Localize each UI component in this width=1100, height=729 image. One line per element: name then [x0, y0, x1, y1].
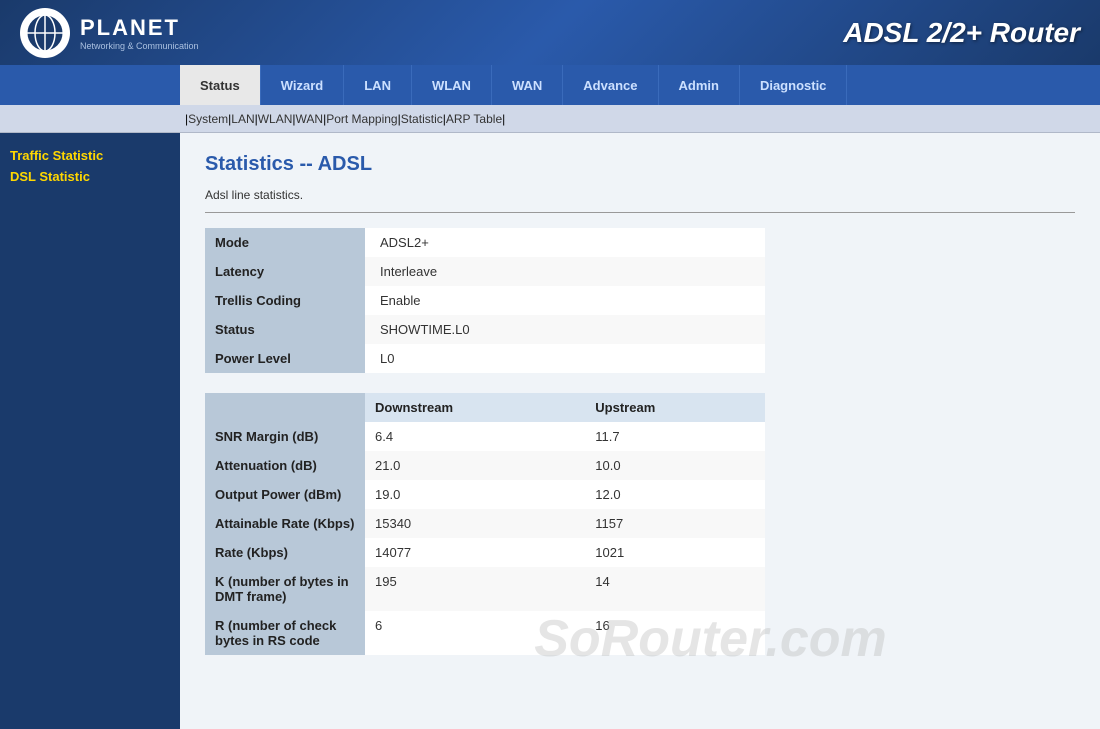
- sidebar-item-dsl-statistic[interactable]: DSL Statistic: [10, 169, 170, 184]
- nav-item-wlan[interactable]: WLAN: [412, 65, 492, 105]
- subnav-link-wan[interactable]: WAN: [296, 112, 324, 126]
- stat-label: Mode: [205, 228, 365, 257]
- table-row: Attainable Rate (Kbps)153401157: [205, 509, 765, 538]
- stat-value: ADSL2+: [365, 228, 765, 257]
- metric-downstream: 19.0: [365, 480, 585, 509]
- table-row: StatusSHOWTIME.L0: [205, 315, 765, 344]
- metric-downstream: 21.0: [365, 451, 585, 480]
- upstream-header: Upstream: [585, 393, 765, 422]
- nav-item-status[interactable]: Status: [180, 65, 261, 105]
- downstream-header: Downstream: [365, 393, 585, 422]
- stat-value: L0: [365, 344, 765, 373]
- metric-label: R (number of check bytes in RS code: [205, 611, 365, 655]
- brand-tagline: Networking & Communication: [80, 41, 199, 51]
- table-row: SNR Margin (dB)6.411.7: [205, 422, 765, 451]
- metric-downstream: 6: [365, 611, 585, 655]
- stat-label: Power Level: [205, 344, 365, 373]
- metric-upstream: 1157: [585, 509, 765, 538]
- table-row: Attenuation (dB)21.010.0: [205, 451, 765, 480]
- metric-upstream: 11.7: [585, 422, 765, 451]
- metric-downstream: 6.4: [365, 422, 585, 451]
- logo-icon: [20, 8, 70, 58]
- metric-downstream: 15340: [365, 509, 585, 538]
- nav-item-wan[interactable]: WAN: [492, 65, 563, 105]
- stat-label: Status: [205, 315, 365, 344]
- metric-label: Output Power (dBm): [205, 480, 365, 509]
- subnav: | System | LAN | WLAN | WAN | Port Mappi…: [0, 105, 1100, 133]
- metric-downstream: 195: [365, 567, 585, 611]
- metric-upstream: 16: [585, 611, 765, 655]
- description: Adsl line statistics.: [205, 188, 1075, 202]
- header: PLANET Networking & Communication ADSL 2…: [0, 0, 1100, 65]
- navbar: StatusWizardLANWLANWANAdvanceAdminDiagno…: [0, 65, 1100, 105]
- metric-label: K (number of bytes in DMT frame): [205, 567, 365, 611]
- stat-value: Interleave: [365, 257, 765, 286]
- subnav-link-statistic[interactable]: Statistic: [401, 112, 443, 126]
- metric-upstream: 1021: [585, 538, 765, 567]
- subnav-link-lan[interactable]: LAN: [231, 112, 254, 126]
- table-row: K (number of bytes in DMT frame)19514: [205, 567, 765, 611]
- logo-text: PLANET Networking & Communication: [80, 15, 199, 51]
- metric-downstream: 14077: [365, 538, 585, 567]
- basic-stats-table: ModeADSL2+LatencyInterleaveTrellis Codin…: [205, 228, 765, 373]
- logo-area: PLANET Networking & Communication: [20, 8, 199, 58]
- divider: [205, 212, 1075, 213]
- stat-value: Enable: [365, 286, 765, 315]
- metrics-empty-header: [205, 393, 365, 422]
- table-row: Rate (Kbps)140771021: [205, 538, 765, 567]
- metric-label: Attainable Rate (Kbps): [205, 509, 365, 538]
- page-title: Statistics -- ADSL: [205, 153, 1075, 176]
- router-title: ADSL 2/2+ Router: [843, 17, 1080, 49]
- metric-label: Attenuation (dB): [205, 451, 365, 480]
- stat-label: Latency: [205, 257, 365, 286]
- table-row: Trellis CodingEnable: [205, 286, 765, 315]
- subnav-link-port-mapping[interactable]: Port Mapping: [326, 112, 397, 126]
- metric-label: Rate (Kbps): [205, 538, 365, 567]
- sidebar: Traffic Statistic DSL Statistic: [0, 133, 180, 729]
- nav-item-wizard[interactable]: Wizard: [261, 65, 345, 105]
- subnav-link-system[interactable]: System: [188, 112, 228, 126]
- table-row: ModeADSL2+: [205, 228, 765, 257]
- metric-upstream: 10.0: [585, 451, 765, 480]
- metrics-table: Downstream Upstream SNR Margin (dB)6.411…: [205, 393, 765, 655]
- stat-label: Trellis Coding: [205, 286, 365, 315]
- nav-item-diagnostic[interactable]: Diagnostic: [740, 65, 847, 105]
- table-row: R (number of check bytes in RS code616: [205, 611, 765, 655]
- subnav-link-arp-table[interactable]: ARP Table: [446, 112, 502, 126]
- metric-upstream: 14: [585, 567, 765, 611]
- table-row: Power LevelL0: [205, 344, 765, 373]
- subnav-link-wlan[interactable]: WLAN: [258, 112, 293, 126]
- nav-item-advance[interactable]: Advance: [563, 65, 658, 105]
- layout: Traffic Statistic DSL Statistic Statistic…: [0, 133, 1100, 729]
- sidebar-item-traffic-statistic[interactable]: Traffic Statistic: [10, 148, 170, 163]
- metrics-section: Downstream Upstream SNR Margin (dB)6.411…: [205, 393, 765, 655]
- table-row: Output Power (dBm)19.012.0: [205, 480, 765, 509]
- metric-label: SNR Margin (dB): [205, 422, 365, 451]
- table-row: LatencyInterleave: [205, 257, 765, 286]
- nav-item-lan[interactable]: LAN: [344, 65, 412, 105]
- nav-item-admin[interactable]: Admin: [659, 65, 740, 105]
- main-content: Statistics -- ADSL Adsl line statistics.…: [180, 133, 1100, 729]
- brand-name: PLANET: [80, 15, 199, 41]
- metric-upstream: 12.0: [585, 480, 765, 509]
- stat-value: SHOWTIME.L0: [365, 315, 765, 344]
